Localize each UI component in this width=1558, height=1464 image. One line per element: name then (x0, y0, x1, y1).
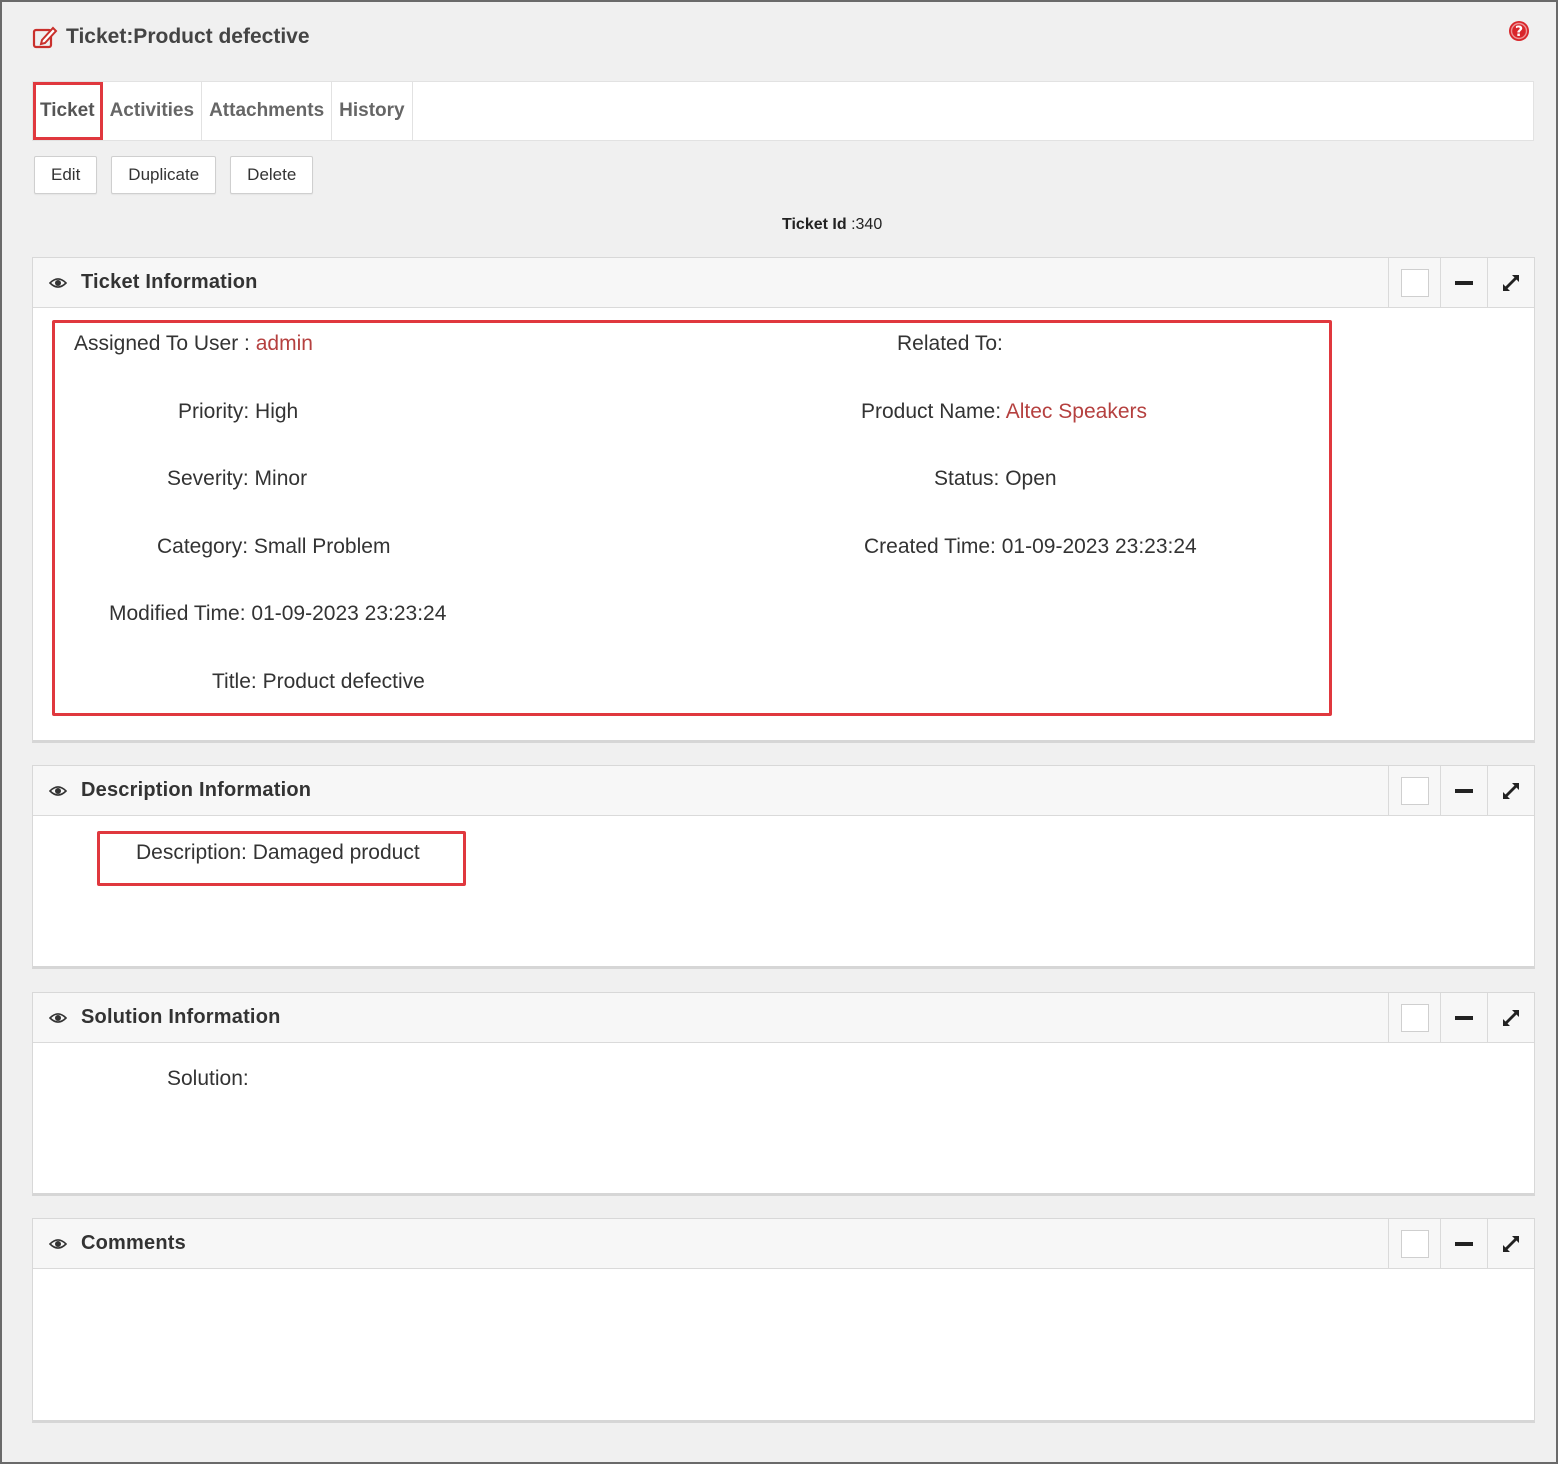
checkbox-icon (1400, 776, 1429, 805)
expand-icon (1503, 782, 1519, 799)
field-status: Status: Open (934, 467, 1057, 491)
expand-icon (1503, 274, 1519, 291)
panel-header: Comments (33, 1219, 1534, 1269)
field-modified-time: Modified Time: 01-09-2023 23:23:24 (109, 602, 446, 626)
expand-button[interactable] (1487, 993, 1534, 1042)
field-value: Damaged product (252, 841, 420, 864)
field-category: Category: Small Problem (157, 535, 390, 559)
product-link[interactable]: Altec Speakers (1006, 400, 1147, 423)
ticket-id-value: :340 (851, 216, 883, 233)
collapse-button[interactable] (1440, 993, 1487, 1042)
field-value: 01-09-2023 23:23:24 (251, 602, 447, 625)
field-label: Assigned To User : (74, 332, 250, 355)
description-information-panel: Description Information Description: Dam… (32, 765, 1535, 969)
field-created-time: Created Time: 01-09-2023 23:23:24 (864, 535, 1197, 559)
field-label: Related To: (897, 332, 1003, 355)
minus-icon (1455, 1015, 1473, 1020)
field-related-to: Related To: (897, 332, 1003, 356)
panel-select-toggle[interactable] (1388, 766, 1440, 815)
field-label: Product Name: (861, 400, 1002, 423)
eye-icon (49, 1012, 67, 1023)
eye-icon (49, 277, 67, 288)
field-label: Modified Time: (109, 602, 246, 625)
field-label: Title: (212, 670, 257, 693)
field-description: Description: Damaged product (136, 841, 420, 865)
tab-bar: Ticket Activities Attachments History (32, 81, 1534, 141)
expand-icon (1503, 1009, 1519, 1026)
page-title: Ticket:Product defective (66, 25, 310, 48)
edit-icon (32, 26, 58, 49)
field-product-name: Product Name: Altec Speakers (861, 400, 1147, 424)
field-value: Minor (254, 467, 308, 490)
panel-header: Description Information (33, 766, 1534, 816)
checkbox-icon (1400, 1003, 1429, 1032)
field-priority: Priority: High (178, 400, 298, 424)
field-value: High (255, 400, 299, 423)
delete-button[interactable]: Delete (230, 156, 314, 194)
panel-title: Description Information (81, 779, 312, 801)
duplicate-button[interactable]: Duplicate (111, 156, 217, 194)
page-header: Ticket:Product defective (32, 24, 310, 50)
panel-tools (1388, 766, 1534, 815)
checkbox-icon (1400, 1229, 1429, 1258)
edit-button[interactable]: Edit (34, 156, 98, 194)
field-solution: Solution: (167, 1067, 249, 1091)
expand-button[interactable] (1487, 766, 1534, 815)
field-value: Small Problem (253, 535, 391, 558)
field-label: Priority: (178, 400, 250, 423)
panel-title: Comments (81, 1232, 186, 1254)
expand-icon (1503, 1235, 1519, 1252)
panel-title: Solution Information (81, 1006, 281, 1028)
panel-header: Solution Information (33, 993, 1534, 1043)
highlight-box (52, 320, 1332, 716)
field-label: Solution: (167, 1067, 249, 1090)
field-severity: Severity: Minor (167, 467, 307, 491)
panel-select-toggle[interactable] (1388, 258, 1440, 307)
eye-icon (49, 1238, 67, 1249)
field-value: Product defective (262, 670, 425, 693)
field-label: Description: (136, 841, 247, 864)
panel-header: Ticket Information (33, 258, 1534, 308)
expand-button[interactable] (1487, 258, 1534, 307)
svg-text:?: ? (1515, 24, 1523, 40)
eye-icon (49, 785, 67, 796)
tab-attachments[interactable]: Attachments (202, 82, 333, 140)
ticket-id: Ticket Id :340 (782, 216, 882, 234)
minus-icon (1455, 788, 1473, 793)
panel-select-toggle[interactable] (1388, 1219, 1440, 1268)
collapse-button[interactable] (1440, 258, 1487, 307)
tab-history[interactable]: History (332, 82, 413, 140)
field-label: Created Time: (864, 535, 996, 558)
collapse-button[interactable] (1440, 1219, 1487, 1268)
panel-title: Ticket Information (81, 271, 258, 293)
field-value: 01-09-2023 23:23:24 (1001, 535, 1197, 558)
ticket-information-panel: Ticket Information Assigned To User : ad… (32, 257, 1535, 743)
assigned-user-link[interactable]: admin (256, 332, 313, 355)
minus-icon (1455, 280, 1473, 285)
checkbox-icon (1400, 268, 1429, 297)
panel-select-toggle[interactable] (1388, 993, 1440, 1042)
field-value: Open (1005, 467, 1057, 490)
field-assigned-to: Assigned To User : admin (74, 332, 313, 356)
field-label: Category: (157, 535, 249, 558)
ticket-id-label: Ticket Id (782, 216, 847, 233)
collapse-button[interactable] (1440, 766, 1487, 815)
field-title: Title: Product defective (212, 670, 425, 694)
panel-tools (1388, 1219, 1534, 1268)
field-label: Severity: (167, 467, 249, 490)
expand-button[interactable] (1487, 1219, 1534, 1268)
ticket-detail-page: Ticket:Product defective ? Ticket Activi… (0, 0, 1558, 1464)
help-icon[interactable]: ? (1508, 20, 1530, 42)
comments-panel: Comments (32, 1218, 1535, 1423)
solution-information-panel: Solution Information Solution: (32, 992, 1535, 1196)
tab-ticket[interactable]: Ticket (33, 82, 103, 140)
minus-icon (1455, 1241, 1473, 1246)
field-label: Status: (934, 467, 1000, 490)
action-toolbar: Edit Duplicate Delete (34, 156, 314, 194)
panel-tools (1388, 258, 1534, 307)
tab-activities[interactable]: Activities (103, 82, 203, 140)
panel-tools (1388, 993, 1534, 1042)
